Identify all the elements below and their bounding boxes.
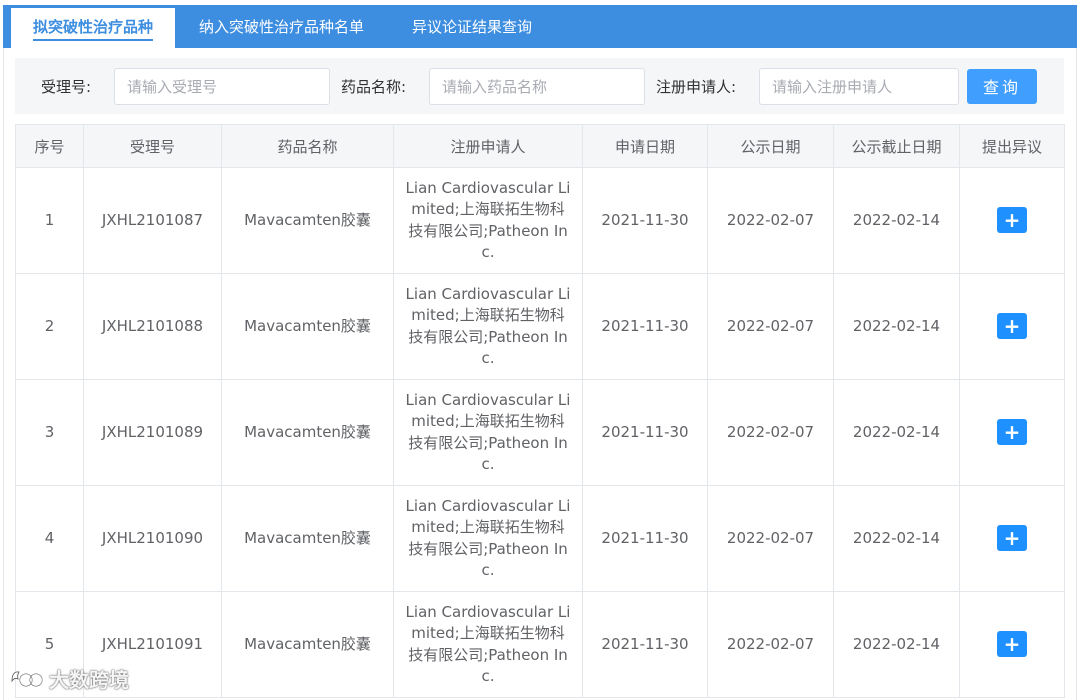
cell-objection: + — [959, 485, 1065, 592]
header-accept-no: 受理号 — [83, 124, 222, 168]
cell-objection: + — [959, 273, 1065, 380]
cell-drug-name: Mavacamten胶囊 — [221, 485, 394, 592]
cell-objection: + — [959, 167, 1065, 274]
drug-name-placeholder: 请输入药品名称 — [442, 77, 548, 96]
cell-apply-date: 2021-11-30 — [582, 273, 708, 380]
cell-publish-date: 2022-02-07 — [707, 379, 834, 486]
cell-deadline: 2022-02-14 — [833, 167, 960, 274]
cell-applicant: Lian Cardiovascular Limited;上海联拓生物科技有限公司… — [393, 379, 583, 486]
cell-drug-name: Mavacamten胶囊 — [221, 167, 394, 274]
cell-deadline: 2022-02-14 — [833, 485, 960, 592]
tab-label: 纳入突破性治疗品种名单 — [199, 18, 365, 36]
add-objection-button[interactable]: + — [997, 419, 1027, 446]
cell-no: 4 — [15, 485, 84, 592]
table-row: 5 JXHL2101091 Mavacamten胶囊 Lian Cardiova… — [15, 591, 1065, 698]
accept-no-label: 受理号: — [41, 77, 92, 96]
cell-publish-date: 2022-02-07 — [707, 167, 834, 274]
cell-applicant: Lian Cardiovascular Limited;上海联拓生物科技有限公司… — [393, 591, 583, 698]
tab-bar: 拟突破性治疗品种 纳入突破性治疗品种名单 异议论证结果查询 — [3, 5, 1077, 48]
add-objection-button[interactable]: + — [997, 525, 1027, 552]
add-objection-button[interactable]: + — [997, 313, 1027, 340]
table-row: 2 JXHL2101088 Mavacamten胶囊 Lian Cardiova… — [15, 273, 1065, 380]
cell-accept-no: JXHL2101088 — [83, 273, 222, 380]
header-objection: 提出异议 — [959, 124, 1065, 168]
table-row: 3 JXHL2101089 Mavacamten胶囊 Lian Cardiova… — [15, 379, 1065, 486]
cell-objection: + — [959, 379, 1065, 486]
cell-applicant: Lian Cardiovascular Limited;上海联拓生物科技有限公司… — [393, 167, 583, 274]
cell-publish-date: 2022-02-07 — [707, 485, 834, 592]
cell-no: 3 — [15, 379, 84, 486]
cell-accept-no: JXHL2101090 — [83, 485, 222, 592]
drug-name-label: 药品名称: — [341, 77, 407, 96]
cell-deadline: 2022-02-14 — [833, 379, 960, 486]
cell-deadline: 2022-02-14 — [833, 273, 960, 380]
watermark-text: 大数跨境 — [49, 668, 129, 692]
header-drug-name: 药品名称 — [221, 124, 394, 168]
search-bar: 受理号: 请输入受理号 药品名称: 请输入药品名称 注册申请人: 请输入注册申请… — [15, 58, 1064, 114]
drug-name-input[interactable]: 请输入药品名称 — [429, 67, 645, 105]
cell-drug-name: Mavacamten胶囊 — [221, 379, 394, 486]
cell-accept-no: JXHL2101089 — [83, 379, 222, 486]
header-deadline: 公示截止日期 — [833, 124, 960, 168]
header-apply-date: 申请日期 — [582, 124, 708, 168]
cell-accept-no: JXHL2101087 — [83, 167, 222, 274]
cell-no: 1 — [15, 167, 84, 274]
header-publish-date: 公示日期 — [707, 124, 834, 168]
add-objection-button[interactable]: + — [997, 631, 1027, 658]
query-button[interactable]: 查询 — [967, 68, 1037, 104]
applicant-input[interactable]: 请输入注册申请人 — [759, 67, 959, 105]
header-applicant: 注册申请人 — [393, 124, 583, 168]
cell-publish-date: 2022-02-07 — [707, 591, 834, 698]
cell-objection: + — [959, 591, 1065, 698]
table-row: 4 JXHL2101090 Mavacamten胶囊 Lian Cardiova… — [15, 485, 1065, 592]
cell-apply-date: 2021-11-30 — [582, 379, 708, 486]
cell-apply-date: 2021-11-30 — [582, 485, 708, 592]
cell-publish-date: 2022-02-07 — [707, 273, 834, 380]
cell-deadline: 2022-02-14 — [833, 591, 960, 698]
table-header-row: 序号 受理号 药品名称 注册申请人 申请日期 公示日期 公示截止日期 提出异议 — [15, 124, 1065, 168]
watermark-logo-icon — [11, 671, 43, 686]
tab-label: 拟突破性治疗品种 — [33, 16, 154, 41]
table-row: 1 JXHL2101087 Mavacamten胶囊 Lian Cardiova… — [15, 167, 1065, 274]
tab-objection-results[interactable]: 异议论证结果查询 — [388, 5, 556, 48]
add-objection-button[interactable]: + — [997, 207, 1027, 234]
query-button-label: 查询 — [982, 78, 1021, 97]
header-no: 序号 — [15, 124, 84, 168]
applicant-label: 注册申请人: — [656, 77, 737, 96]
cell-applicant: Lian Cardiovascular Limited;上海联拓生物科技有限公司… — [393, 273, 583, 380]
applicant-placeholder: 请输入注册申请人 — [772, 77, 893, 96]
cell-applicant: Lian Cardiovascular Limited;上海联拓生物科技有限公司… — [393, 485, 583, 592]
accept-no-placeholder: 请输入受理号 — [127, 77, 218, 96]
watermark: 大数跨境 — [9, 664, 129, 693]
cell-drug-name: Mavacamten胶囊 — [221, 591, 394, 698]
cell-no: 2 — [15, 273, 84, 380]
results-table: 序号 受理号 药品名称 注册申请人 申请日期 公示日期 公示截止日期 提出异议 … — [15, 124, 1065, 698]
cell-apply-date: 2021-11-30 — [582, 167, 708, 274]
tab-included-list[interactable]: 纳入突破性治疗品种名单 — [175, 5, 388, 48]
tab-proposed-breakthrough[interactable]: 拟突破性治疗品种 — [11, 8, 176, 48]
accept-no-input[interactable]: 请输入受理号 — [114, 67, 330, 105]
cell-drug-name: Mavacamten胶囊 — [221, 273, 394, 380]
cell-apply-date: 2021-11-30 — [582, 591, 708, 698]
tab-label: 异议论证结果查询 — [412, 18, 533, 36]
